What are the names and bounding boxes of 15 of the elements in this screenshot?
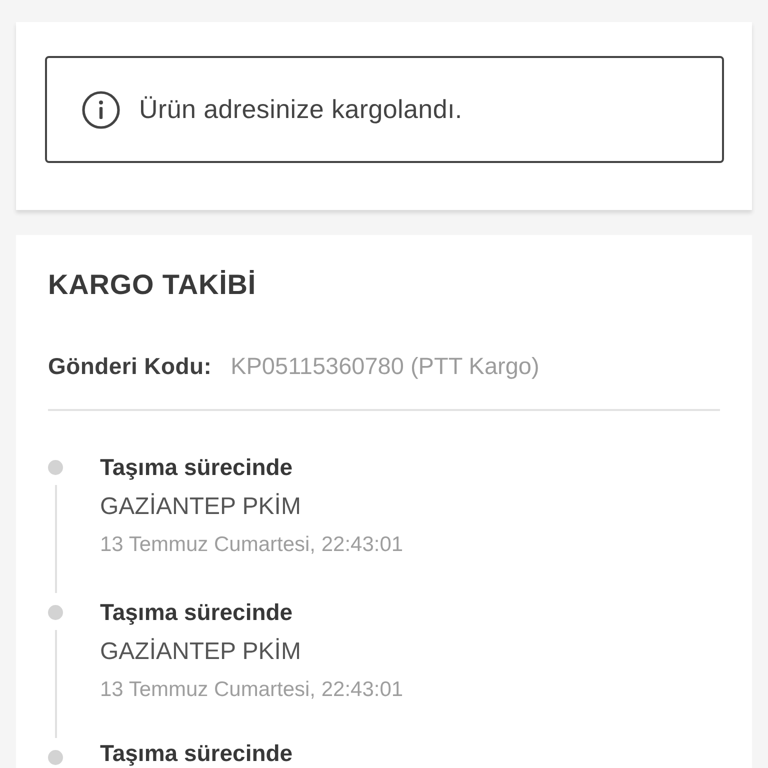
event-status: Taşıma sürecinde [100, 453, 294, 482]
event-status: Taşıma sürecinde [100, 739, 293, 768]
timeline-dot-icon [48, 750, 63, 765]
event-location: GAZİANTEP PKİM [100, 637, 302, 667]
section-title: KARGO TAKİBİ [48, 268, 258, 302]
timeline-dot-icon [48, 460, 63, 475]
timeline-dot-icon [48, 605, 63, 620]
event-time: 13 Temmuz Cumartesi, 22:43:01 [100, 677, 404, 703]
event-status: Taşıma sürecinde [100, 598, 294, 627]
shipment-code-label: Gönderi Kodu: [48, 352, 212, 381]
shipment-code-value: KP05115360780 (PTT Kargo) [230, 352, 540, 381]
event-location: GAZİANTEP PKİM [100, 492, 302, 522]
event-time: 13 Temmuz Cumartesi, 22:43:01 [100, 532, 404, 558]
alert-message: Ürün adresinize kargolandı. [139, 94, 462, 125]
info-icon [82, 90, 120, 128]
